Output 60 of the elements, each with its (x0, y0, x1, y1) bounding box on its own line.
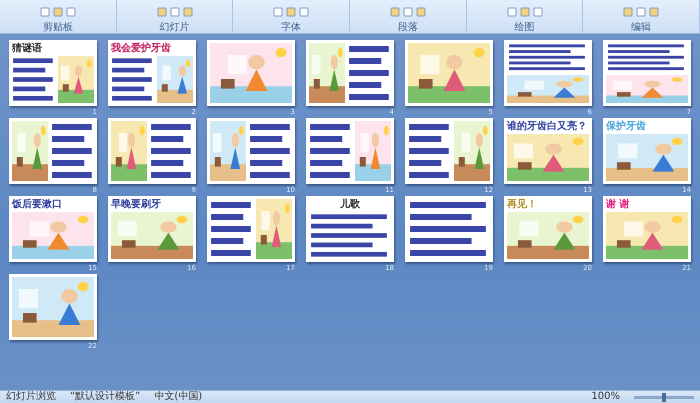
slide-title: 谁的牙齿白又亮？ (507, 121, 587, 132)
slide-thumbnail[interactable]: 猜谜语 (9, 40, 97, 106)
toolbar-icon[interactable] (520, 7, 530, 17)
slide-thumbnail[interactable] (9, 118, 97, 184)
slide-thumbnail[interactable]: 儿歌 (306, 196, 394, 262)
slide-title: 猜谜语 (12, 43, 42, 54)
text-lines-drawing (210, 199, 253, 259)
status-text: 幻灯片浏览 (6, 391, 56, 403)
toolbar-icon[interactable] (649, 7, 660, 17)
toolbar-icon[interactable] (40, 7, 50, 17)
slide-title: 早晚要刷牙 (111, 199, 161, 210)
slide-thumbnail[interactable]: 谢 谢 (603, 196, 691, 262)
slide-thumbnail[interactable] (108, 118, 196, 184)
text-lines-drawing (348, 43, 391, 103)
slide-thumbnail[interactable] (207, 118, 295, 184)
zoom-slider-thumb[interactable] (662, 392, 666, 402)
slide-thumbnail[interactable] (306, 118, 394, 184)
text-lines-drawing (51, 121, 94, 181)
slide-thumbnail[interactable] (306, 40, 394, 106)
slide-title: 我会爱护牙齿 (111, 43, 171, 54)
slide-thumbnail[interactable]: 谁的牙齿白又亮？ (504, 118, 592, 184)
ribbon-group-label: 绘图 (514, 22, 535, 33)
slide-thumbnail[interactable] (207, 196, 295, 262)
status-text: “默认设计模板” (70, 391, 140, 403)
ribbon-group-label: 编辑 (631, 22, 652, 33)
slide-thumbnail[interactable] (504, 40, 592, 106)
toolbar-icon[interactable] (532, 7, 543, 17)
text-lines-drawing (12, 56, 55, 103)
slide-title: 谢 谢 (606, 199, 630, 210)
slide-title: 儿歌 (340, 199, 360, 210)
toolbar-icon[interactable] (623, 7, 634, 17)
toolbar-icon[interactable] (390, 7, 400, 17)
text-lines-drawing (150, 121, 193, 181)
slide-title: 再见！ (507, 199, 537, 210)
toolbar-icon[interactable] (273, 7, 284, 17)
toolbar-icon[interactable] (299, 7, 310, 17)
slide-thumbnail[interactable]: 早晚要刷牙 (108, 196, 196, 262)
status-text: 中文(中国) (154, 391, 202, 403)
text-lines-drawing (249, 121, 292, 181)
toolbar-icon[interactable] (402, 7, 413, 17)
ribbon-group-label: 段落 (398, 22, 418, 33)
toolbar-icon[interactable] (52, 7, 63, 17)
toolbar-icon[interactable] (636, 7, 646, 17)
slide-thumbnail[interactable]: 饭后要漱口 (9, 196, 97, 262)
text-lines-drawing (309, 121, 352, 181)
toolbar-icon[interactable] (286, 7, 296, 17)
ribbon-group-label: 幻灯片 (160, 22, 190, 33)
zoom-level: 100% (591, 391, 620, 403)
slide-thumbnail[interactable] (603, 40, 691, 106)
slide-title: 保护牙齿 (606, 121, 646, 132)
toolbar-icon[interactable] (416, 7, 426, 17)
slide-thumbnail[interactable] (405, 118, 493, 184)
ribbon-group-label: 字体 (281, 22, 302, 33)
slide-title: 饭后要漱口 (12, 199, 62, 210)
slide-thumbnail[interactable]: 我会爱护牙齿 (108, 40, 196, 106)
toolbar-icon[interactable] (66, 7, 76, 17)
text-lines-drawing (111, 56, 154, 103)
toolbar-icon[interactable] (506, 7, 517, 17)
text-lines-drawing (408, 121, 451, 181)
ribbon-group-label: 剪贴板 (42, 22, 73, 33)
